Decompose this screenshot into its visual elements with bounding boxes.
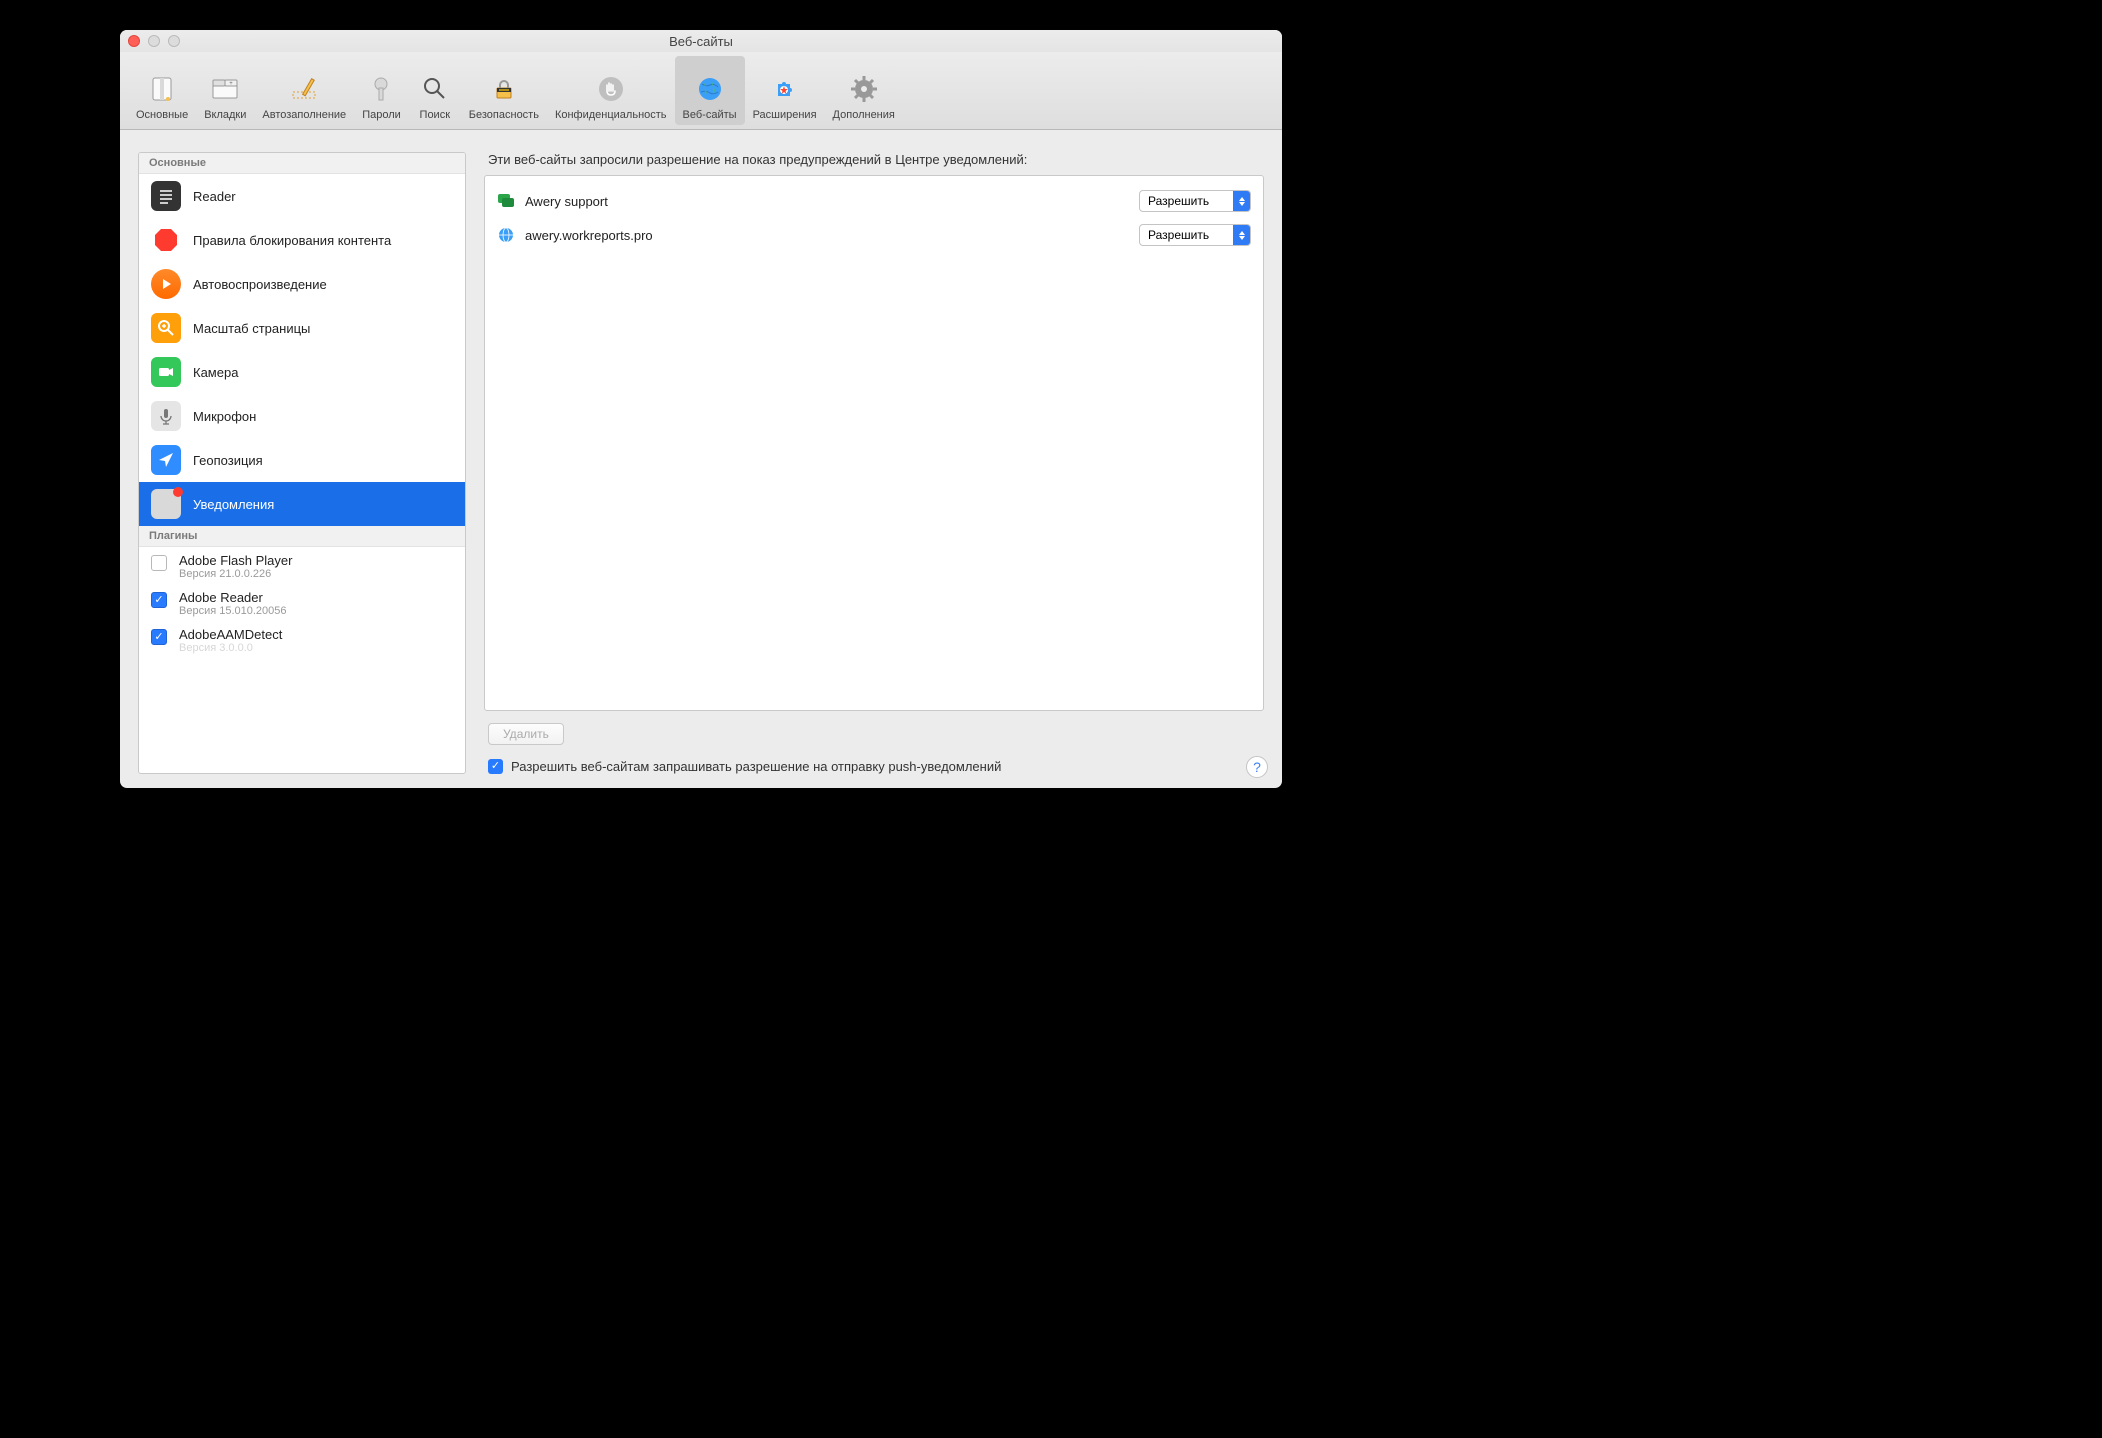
- sidebar-item-label: Правила блокирования контента: [193, 233, 391, 248]
- delete-button[interactable]: Удалить: [488, 723, 564, 745]
- help-button[interactable]: ?: [1246, 756, 1268, 778]
- tab-general[interactable]: Основные: [128, 56, 196, 125]
- select-arrows-icon: [1233, 191, 1250, 211]
- plugin-checkbox[interactable]: [151, 555, 167, 571]
- tab-extensions[interactable]: Расширения: [745, 56, 825, 125]
- lock-icon: [488, 73, 520, 105]
- plugin-name: AdobeAAMDetect: [179, 627, 282, 642]
- sidebar-item-autoplay[interactable]: Автовоспроизведение: [139, 262, 465, 306]
- titlebar: Веб-сайты: [120, 30, 1282, 52]
- body: Основные Reader Правила блокирования кон…: [120, 130, 1282, 788]
- zoom-icon: [151, 313, 181, 343]
- plugin-name: Adobe Reader: [179, 590, 287, 605]
- sidebar-plugins-list: Adobe Flash Player Версия 21.0.0.226 Ado…: [139, 547, 465, 658]
- location-icon: [151, 445, 181, 475]
- plugin-item[interactable]: AdobeAAMDetect Версия 3.0.0.0: [139, 621, 465, 658]
- preferences-window: Веб-сайты Основные + Вкладки Автозаполне…: [120, 30, 1282, 788]
- sidebar-item-zoom[interactable]: Масштаб страницы: [139, 306, 465, 350]
- tab-search[interactable]: Поиск: [409, 56, 461, 125]
- stop-icon: [151, 225, 181, 255]
- sidebar-item-reader[interactable]: Reader: [139, 174, 465, 218]
- plugin-version: Версия 3.0.0.0: [179, 642, 282, 654]
- close-button[interactable]: [128, 35, 140, 47]
- microphone-icon: [151, 401, 181, 431]
- sidebar-section-general: Основные: [139, 153, 465, 174]
- sidebar-item-location[interactable]: Геопозиция: [139, 438, 465, 482]
- autofill-icon: [288, 73, 320, 105]
- plugin-version: Версия 21.0.0.226: [179, 568, 292, 580]
- sidebar-item-camera[interactable]: Камера: [139, 350, 465, 394]
- gear-icon: [848, 73, 880, 105]
- plugin-version: Версия 15.010.20056: [179, 605, 287, 617]
- preferences-toolbar: Основные + Вкладки Автозаполнение Пароли…: [120, 52, 1282, 130]
- allow-push-checkbox[interactable]: [488, 759, 503, 774]
- permission-select[interactable]: Разрешить: [1139, 224, 1251, 246]
- tab-privacy[interactable]: Конфиденциальность: [547, 56, 675, 125]
- key-icon: [365, 73, 397, 105]
- allow-push-row: Разрешить веб-сайтам запрашивать разреше…: [484, 745, 1264, 774]
- tab-passwords[interactable]: Пароли: [354, 56, 409, 125]
- sidebar-item-label: Масштаб страницы: [193, 321, 310, 336]
- site-list: Awery support Разрешить awery.workreport…: [484, 175, 1264, 711]
- permission-select[interactable]: Разрешить: [1139, 190, 1251, 212]
- site-name: Awery support: [525, 194, 1129, 209]
- plugin-checkbox[interactable]: [151, 629, 167, 645]
- tab-websites[interactable]: Веб-сайты: [675, 56, 745, 125]
- select-arrows-icon: [1233, 225, 1250, 245]
- sidebar-item-contentblockers[interactable]: Правила блокирования контента: [139, 218, 465, 262]
- search-icon: [419, 73, 451, 105]
- allow-push-label: Разрешить веб-сайтам запрашивать разреше…: [511, 759, 1001, 774]
- tab-security[interactable]: Безопасность: [461, 56, 547, 125]
- window-title: Веб-сайты: [120, 34, 1282, 49]
- plugin-checkbox[interactable]: [151, 592, 167, 608]
- sidebar-item-label: Автовоспроизведение: [193, 277, 327, 292]
- globe-small-icon: [497, 226, 515, 244]
- site-row[interactable]: Awery support Разрешить: [485, 184, 1263, 218]
- sidebar-general-list: Reader Правила блокирования контента Авт…: [139, 174, 465, 526]
- traffic-lights: [128, 35, 180, 47]
- play-icon: [151, 269, 181, 299]
- globe-icon: [694, 73, 726, 105]
- panel-description: Эти веб-сайты запросили разрешение на по…: [484, 152, 1264, 175]
- sidebar-item-label: Геопозиция: [193, 453, 263, 468]
- tabs-icon: +: [209, 73, 241, 105]
- sidebar-item-label: Уведомления: [193, 497, 274, 512]
- notifications-icon: [151, 489, 181, 519]
- minimize-button[interactable]: [148, 35, 160, 47]
- general-icon: [146, 73, 178, 105]
- sidebar-section-plugins: Плагины: [139, 526, 465, 547]
- sidebar-item-label: Камера: [193, 365, 238, 380]
- sidebar-item-label: Reader: [193, 189, 236, 204]
- tab-autofill[interactable]: Автозаполнение: [254, 56, 354, 125]
- puzzle-icon: [769, 73, 801, 105]
- plugin-item[interactable]: Adobe Flash Player Версия 21.0.0.226: [139, 547, 465, 584]
- tab-advanced[interactable]: Дополнения: [825, 56, 903, 125]
- sidebar-item-label: Микрофон: [193, 409, 256, 424]
- main-panel: Эти веб-сайты запросили разрешение на по…: [484, 152, 1264, 774]
- tab-tabs[interactable]: + Вкладки: [196, 56, 254, 125]
- camera-icon: [151, 357, 181, 387]
- site-row[interactable]: awery.workreports.pro Разрешить: [485, 218, 1263, 252]
- zoom-button[interactable]: [168, 35, 180, 47]
- plugin-name: Adobe Flash Player: [179, 553, 292, 568]
- sidebar: Основные Reader Правила блокирования кон…: [138, 152, 466, 774]
- chat-icon: [497, 192, 515, 210]
- plugin-item[interactable]: Adobe Reader Версия 15.010.20056: [139, 584, 465, 621]
- svg-text:+: +: [230, 81, 234, 87]
- site-name: awery.workreports.pro: [525, 228, 1129, 243]
- reader-icon: [151, 181, 181, 211]
- sidebar-item-notifications[interactable]: Уведомления: [139, 482, 465, 526]
- hand-icon: [595, 73, 627, 105]
- sidebar-item-microphone[interactable]: Микрофон: [139, 394, 465, 438]
